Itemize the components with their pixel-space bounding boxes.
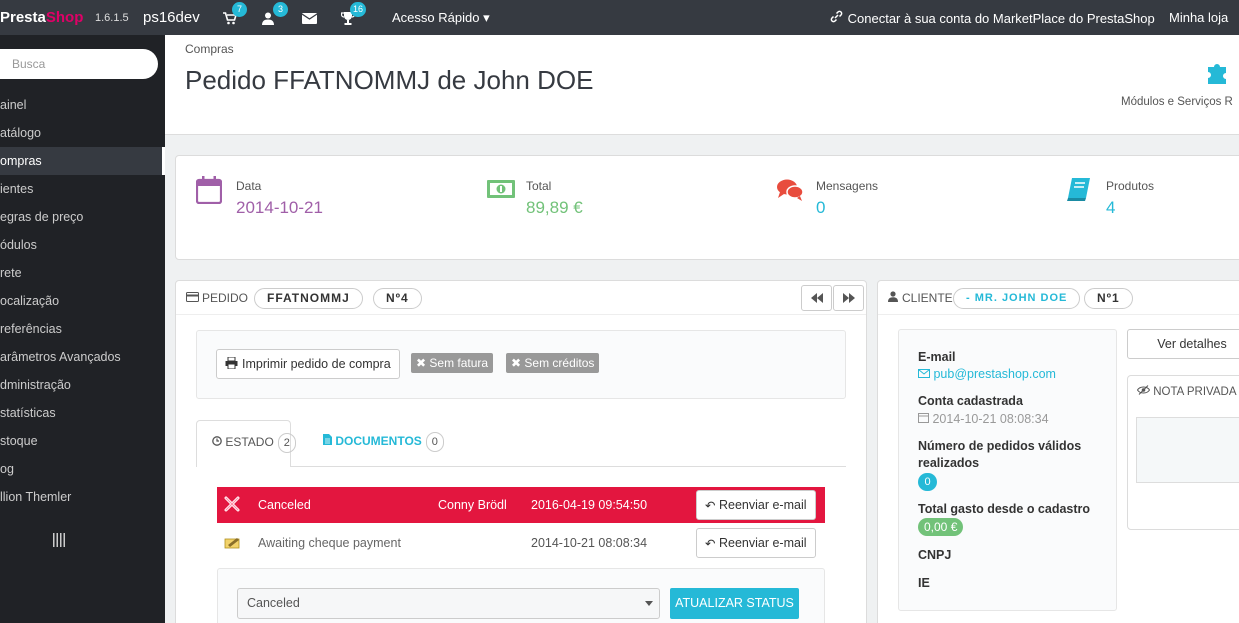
order-panel-header: PEDIDO FFATNOMMJ Nº4: [176, 281, 866, 315]
valid-orders-badge: 0: [918, 473, 937, 491]
sidebar-item-catalog[interactable]: atálogo: [0, 119, 165, 147]
private-note-textarea[interactable]: [1136, 417, 1239, 483]
private-note-panel: NOTA PRIVADA: [1127, 375, 1239, 530]
order-status-select[interactable]: Canceled: [237, 588, 660, 619]
envelope-icon: [918, 367, 933, 381]
customer-name-link[interactable]: - MR. JOHN DOE: [953, 288, 1081, 309]
money-icon: [486, 179, 516, 202]
book-icon: [1066, 176, 1092, 205]
credit-card-icon: [186, 291, 202, 305]
print-order-button[interactable]: Imprimir pedido de compra: [216, 349, 400, 379]
eye-slash-icon: [1136, 385, 1153, 398]
quick-access-menu[interactable]: Acesso Rápido ▾: [392, 10, 490, 26]
resend-email-button[interactable]: ↶ Reenviar e-mail: [696, 490, 816, 520]
sidebar-item-localization[interactable]: ocalização: [0, 287, 165, 315]
valid-orders-label: Número de pedidos válidos: [918, 439, 1082, 453]
customer-email-link[interactable]: pub@prestashop.com: [918, 367, 1056, 381]
print-icon: [225, 356, 242, 372]
sidebar-item-modules[interactable]: ódulos: [0, 231, 165, 259]
tab-documents[interactable]: DOCUMENTOS 0: [323, 432, 444, 452]
sidebar-item-customers[interactable]: ientes: [0, 175, 165, 203]
customers-count-badge: 3: [273, 2, 288, 17]
calendar-icon: [195, 176, 223, 207]
sidebar: Busca ainel atálogo ompras ientes egras …: [0, 35, 165, 623]
order-reference-badge: FFATNOMMJ: [254, 288, 363, 309]
sidebar-item-advanced-parameters[interactable]: arâmetros Avançados: [0, 343, 165, 371]
tab-status[interactable]: ESTADO 2: [196, 420, 296, 467]
sidebar-item-preferences[interactable]: referências: [0, 315, 165, 343]
close-icon: ✖: [511, 356, 522, 370]
email-label: E-mail: [918, 350, 956, 364]
order-number-badge: Nº4: [373, 288, 422, 309]
customer-number-badge: Nº1: [1084, 288, 1133, 309]
sidebar-item-dashboard[interactable]: ainel: [0, 91, 165, 119]
page-header: Compras Pedido FFATNOMMJ de John DOE Mód…: [165, 35, 1239, 135]
puzzle-icon: [1204, 58, 1232, 89]
previous-order-button[interactable]: [801, 285, 832, 311]
sidebar-item-stock[interactable]: stoque: [0, 427, 165, 455]
total-spent-label: Total gasto desde o cadastro: [918, 502, 1091, 516]
order-panel-title: PEDIDO: [186, 291, 248, 305]
sidebar-item-shipping[interactable]: rete: [0, 259, 165, 287]
sidebar-item-blog[interactable]: og: [0, 455, 165, 483]
tabs-divider: [196, 466, 846, 467]
prestashop-logo[interactable]: PrestaShop: [0, 9, 83, 26]
clock-icon: [212, 435, 225, 449]
version-label: 1.6.1.5: [95, 12, 129, 24]
comments-icon: [776, 178, 804, 205]
order-kpi-panel: Data 2014-10-21 Total 89,89 € Mensagens …: [175, 155, 1239, 260]
my-shop-link[interactable]: Minha loja: [1169, 10, 1228, 25]
ie-label: IE: [918, 576, 930, 590]
valid-orders-label-cont: realizados: [918, 456, 980, 470]
canceled-status-icon: [224, 496, 240, 515]
sidebar-item-price-rules[interactable]: egras de preço: [0, 203, 165, 231]
file-icon: [323, 434, 335, 448]
no-invoice-badge: ✖ Sem fatura: [411, 353, 494, 373]
top-bar: PrestaShop 1.6.1.5 ps16dev 7 3 16 Acesso…: [0, 0, 1239, 35]
close-icon: ✖: [416, 356, 427, 370]
no-credits-badge: ✖ Sem créditos: [506, 353, 600, 373]
search-input[interactable]: Busca: [0, 49, 158, 79]
sidebar-item-orders[interactable]: ompras: [0, 147, 165, 175]
caret-down-icon: [645, 601, 653, 606]
marketplace-link[interactable]: Conectar à sua conta do MarketPlace do P…: [830, 10, 1155, 26]
shop-name[interactable]: ps16dev: [143, 9, 200, 26]
trophy-count-badge: 16: [350, 2, 367, 17]
link-icon: [830, 10, 844, 26]
cnpj-label: CNPJ: [918, 548, 952, 562]
sidebar-item-administration[interactable]: dministração: [0, 371, 165, 399]
total-spent-badge: 0,00 €: [918, 518, 964, 536]
cart-count-badge: 7: [232, 2, 247, 17]
customer-panel-title: CLIENTE: [888, 291, 953, 305]
view-details-button[interactable]: Ver detalhes: [1127, 329, 1239, 359]
sidebar-toggle-icon[interactable]: [52, 533, 66, 550]
modules-services-button[interactable]: Módulos e Serviços R: [1121, 55, 1239, 115]
sidebar-item-billion-themler[interactable]: llion Themler: [0, 483, 165, 511]
reply-icon: ↶: [705, 536, 716, 551]
resend-email-button[interactable]: ↶ Reenviar e-mail: [696, 528, 816, 558]
page-title: Pedido FFATNOMMJ de John DOE: [185, 65, 594, 95]
registered-label: Conta cadastrada: [918, 394, 1023, 408]
sidebar-item-stats[interactable]: statísticas: [0, 399, 165, 427]
registered-date: 2014-10-21 08:08:34: [918, 412, 1049, 426]
breadcrumb[interactable]: Compras: [185, 42, 234, 56]
customer-panel-header: CLIENTE - MR. JOHN DOE Nº1: [878, 281, 1239, 315]
update-status-button[interactable]: ATUALIZAR STATUS: [670, 588, 799, 619]
user-icon: [888, 291, 902, 305]
next-order-button[interactable]: [833, 285, 864, 311]
envelope-icon[interactable]: [300, 9, 318, 27]
caret-down-icon: ▾: [483, 10, 490, 25]
reply-icon: ↶: [705, 498, 716, 513]
private-note-title: NOTA PRIVADA: [1136, 385, 1237, 398]
calendar-icon: [918, 412, 932, 426]
cheque-status-icon: [224, 536, 241, 552]
